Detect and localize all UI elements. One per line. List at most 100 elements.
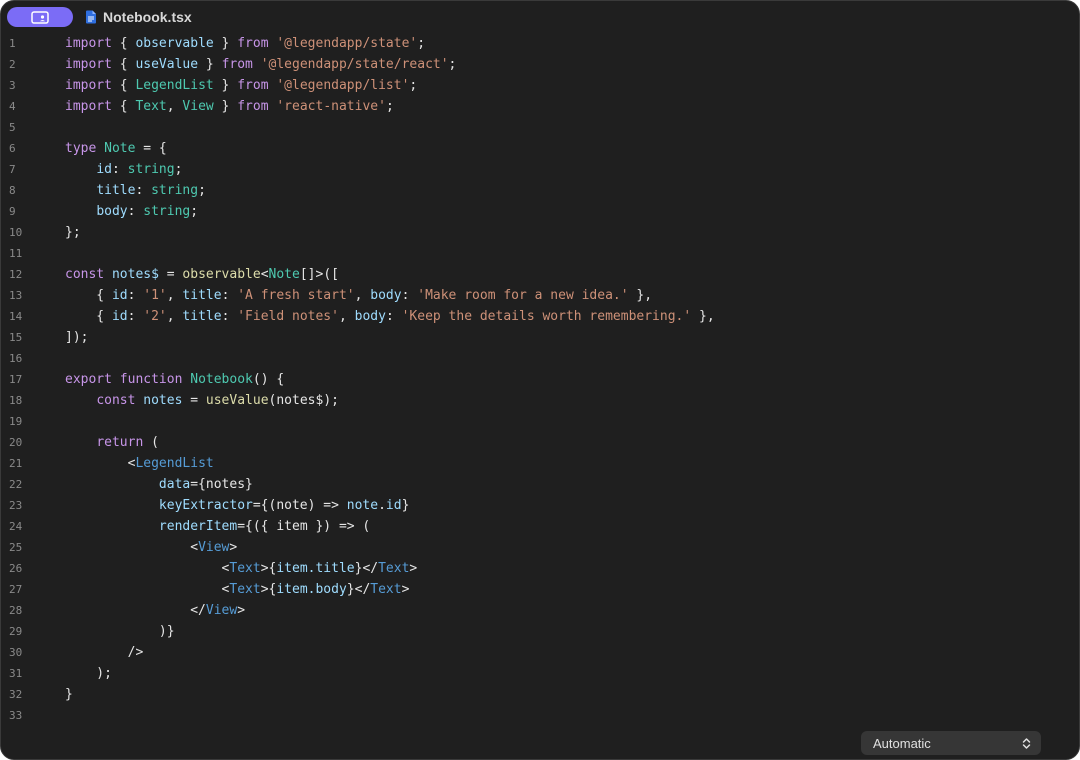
code-token: : — [127, 309, 144, 324]
view-toggle-button[interactable] — [7, 7, 73, 27]
code-token: Text — [370, 582, 402, 597]
code-token: '@legendapp/state' — [276, 36, 418, 51]
code-line[interactable]: 31 ); — [1, 663, 1079, 684]
code-token: , — [338, 309, 355, 324]
code-token: useValue — [205, 393, 269, 408]
code-line[interactable]: 32} — [1, 684, 1079, 705]
line-number: 11 — [9, 247, 23, 260]
code-token: renderItem — [158, 519, 238, 534]
code-token: Note — [104, 141, 136, 156]
code-token: import — [65, 99, 112, 114]
code-text: } — [65, 684, 73, 705]
code-token: 'react-native' — [276, 99, 386, 114]
line-number: 20 — [9, 436, 23, 449]
code-token: { — [111, 36, 136, 51]
code-token: '@legendapp/list' — [276, 78, 410, 93]
code-token: > — [237, 603, 246, 618]
code-token: import — [65, 36, 112, 51]
line-number: 30 — [9, 646, 23, 659]
code-line[interactable]: 9 body: string; — [1, 201, 1079, 222]
code-line[interactable]: 24 renderItem={({ item }) => ( — [1, 516, 1079, 537]
code-token: } — [213, 78, 238, 93]
code-token: >{ — [260, 582, 277, 597]
code-line[interactable]: 21 <LegendList — [1, 453, 1079, 474]
code-line[interactable]: 4 import { Text, View } from 'react-nativ… — [1, 96, 1079, 117]
code-line[interactable]: 23 keyExtractor={(note) => note.id} — [1, 495, 1079, 516]
code-line[interactable]: 7 id: string; — [1, 159, 1079, 180]
code-line[interactable]: 33 — [1, 705, 1079, 726]
line-number: 14 — [9, 310, 23, 323]
code-line[interactable]: 12 const notes$ = observable<Note[]>([ — [1, 264, 1079, 285]
code-token: , — [166, 288, 183, 303]
line-number: 15 — [9, 331, 23, 344]
line-number: 31 — [9, 667, 23, 680]
code-token: ]); — [65, 330, 89, 345]
code-token: return — [96, 435, 144, 450]
line-number: 27 — [9, 583, 23, 596]
code-line[interactable]: 10}; — [1, 222, 1079, 243]
display-icon — [31, 10, 49, 24]
code-text: const notes$ = observable<Note[]>([ — [65, 264, 339, 285]
editor-window: Notebook.tsx 1 import { observable } from… — [0, 0, 1080, 760]
code-text: import { useValue } from '@legendapp/sta… — [65, 54, 456, 75]
code-token: }</ — [354, 561, 379, 576]
code-token: data — [158, 477, 191, 492]
code-token: notes$ — [111, 267, 159, 282]
code-line[interactable]: 8 title: string; — [1, 180, 1079, 201]
code-line[interactable]: 14 { id: '2', title: 'Field notes', body… — [1, 306, 1079, 327]
code-line[interactable]: 25 <View> — [1, 537, 1079, 558]
file-name: Notebook.tsx — [103, 9, 192, 25]
code-line[interactable]: 16 — [1, 348, 1079, 369]
code-line[interactable]: 11 — [1, 243, 1079, 264]
code-line[interactable]: 22 data={notes} — [1, 474, 1079, 495]
code-token: title — [96, 183, 136, 198]
code-line[interactable]: 20 return ( — [1, 432, 1079, 453]
code-token: LegendList — [135, 456, 214, 471]
code-token: Note — [268, 267, 300, 282]
line-number: 1 — [9, 37, 16, 50]
code-token: { — [111, 78, 136, 93]
code-token: '1' — [143, 288, 167, 303]
code-line[interactable]: 18 const notes = useValue(notes$); — [1, 390, 1079, 411]
code-token: []>([ — [299, 267, 339, 282]
code-line[interactable]: 28 </View> — [1, 600, 1079, 621]
code-line[interactable]: 6 type Note = { — [1, 138, 1079, 159]
code-line[interactable]: 1 import { observable } from '@legendapp/… — [1, 33, 1079, 54]
code-line[interactable]: 5 — [1, 117, 1079, 138]
file-tab[interactable]: Notebook.tsx — [85, 7, 192, 27]
language-mode-dropdown[interactable]: Automatic — [861, 731, 1041, 755]
code-line[interactable]: 27 <Text>{item.body}</Text> — [1, 579, 1079, 600]
code-token: item.title — [276, 561, 355, 576]
code-token: '2' — [143, 309, 167, 324]
code-token: : — [221, 309, 238, 324]
code-token: ; — [190, 204, 199, 219]
code-line[interactable]: 26 <Text>{item.title}</Text> — [1, 558, 1079, 579]
code-line[interactable]: 3 import { LegendList } from '@legendapp/… — [1, 75, 1079, 96]
code-token: < — [65, 561, 230, 576]
code-text: id: string; — [65, 159, 182, 180]
code-editor[interactable]: 1 import { observable } from '@legendapp/… — [1, 33, 1079, 733]
code-text: body: string; — [65, 201, 198, 222]
code-line[interactable]: 17 export function Notebook() { — [1, 369, 1079, 390]
line-number: 6 — [9, 142, 16, 155]
line-number: 4 — [9, 100, 16, 113]
code-token: id — [96, 162, 112, 177]
code-line[interactable]: 19 — [1, 411, 1079, 432]
line-number: 18 — [9, 394, 23, 407]
code-line[interactable]: 15]); — [1, 327, 1079, 348]
code-text: renderItem={({ item }) => ( — [65, 516, 370, 537]
code-line[interactable]: 13 { id: '1', title: 'A fresh start', bo… — [1, 285, 1079, 306]
code-token: , — [166, 99, 183, 114]
line-number: 10 — [9, 226, 23, 239]
code-line[interactable]: 30 /> — [1, 642, 1079, 663]
code-token: Text — [229, 582, 261, 597]
code-token: body — [354, 309, 386, 324]
code-token: , — [354, 288, 371, 303]
code-line[interactable]: 29 )} — [1, 621, 1079, 642]
line-number: 8 — [9, 184, 16, 197]
code-line[interactable]: 2 import { useValue } from '@legendapp/st… — [1, 54, 1079, 75]
